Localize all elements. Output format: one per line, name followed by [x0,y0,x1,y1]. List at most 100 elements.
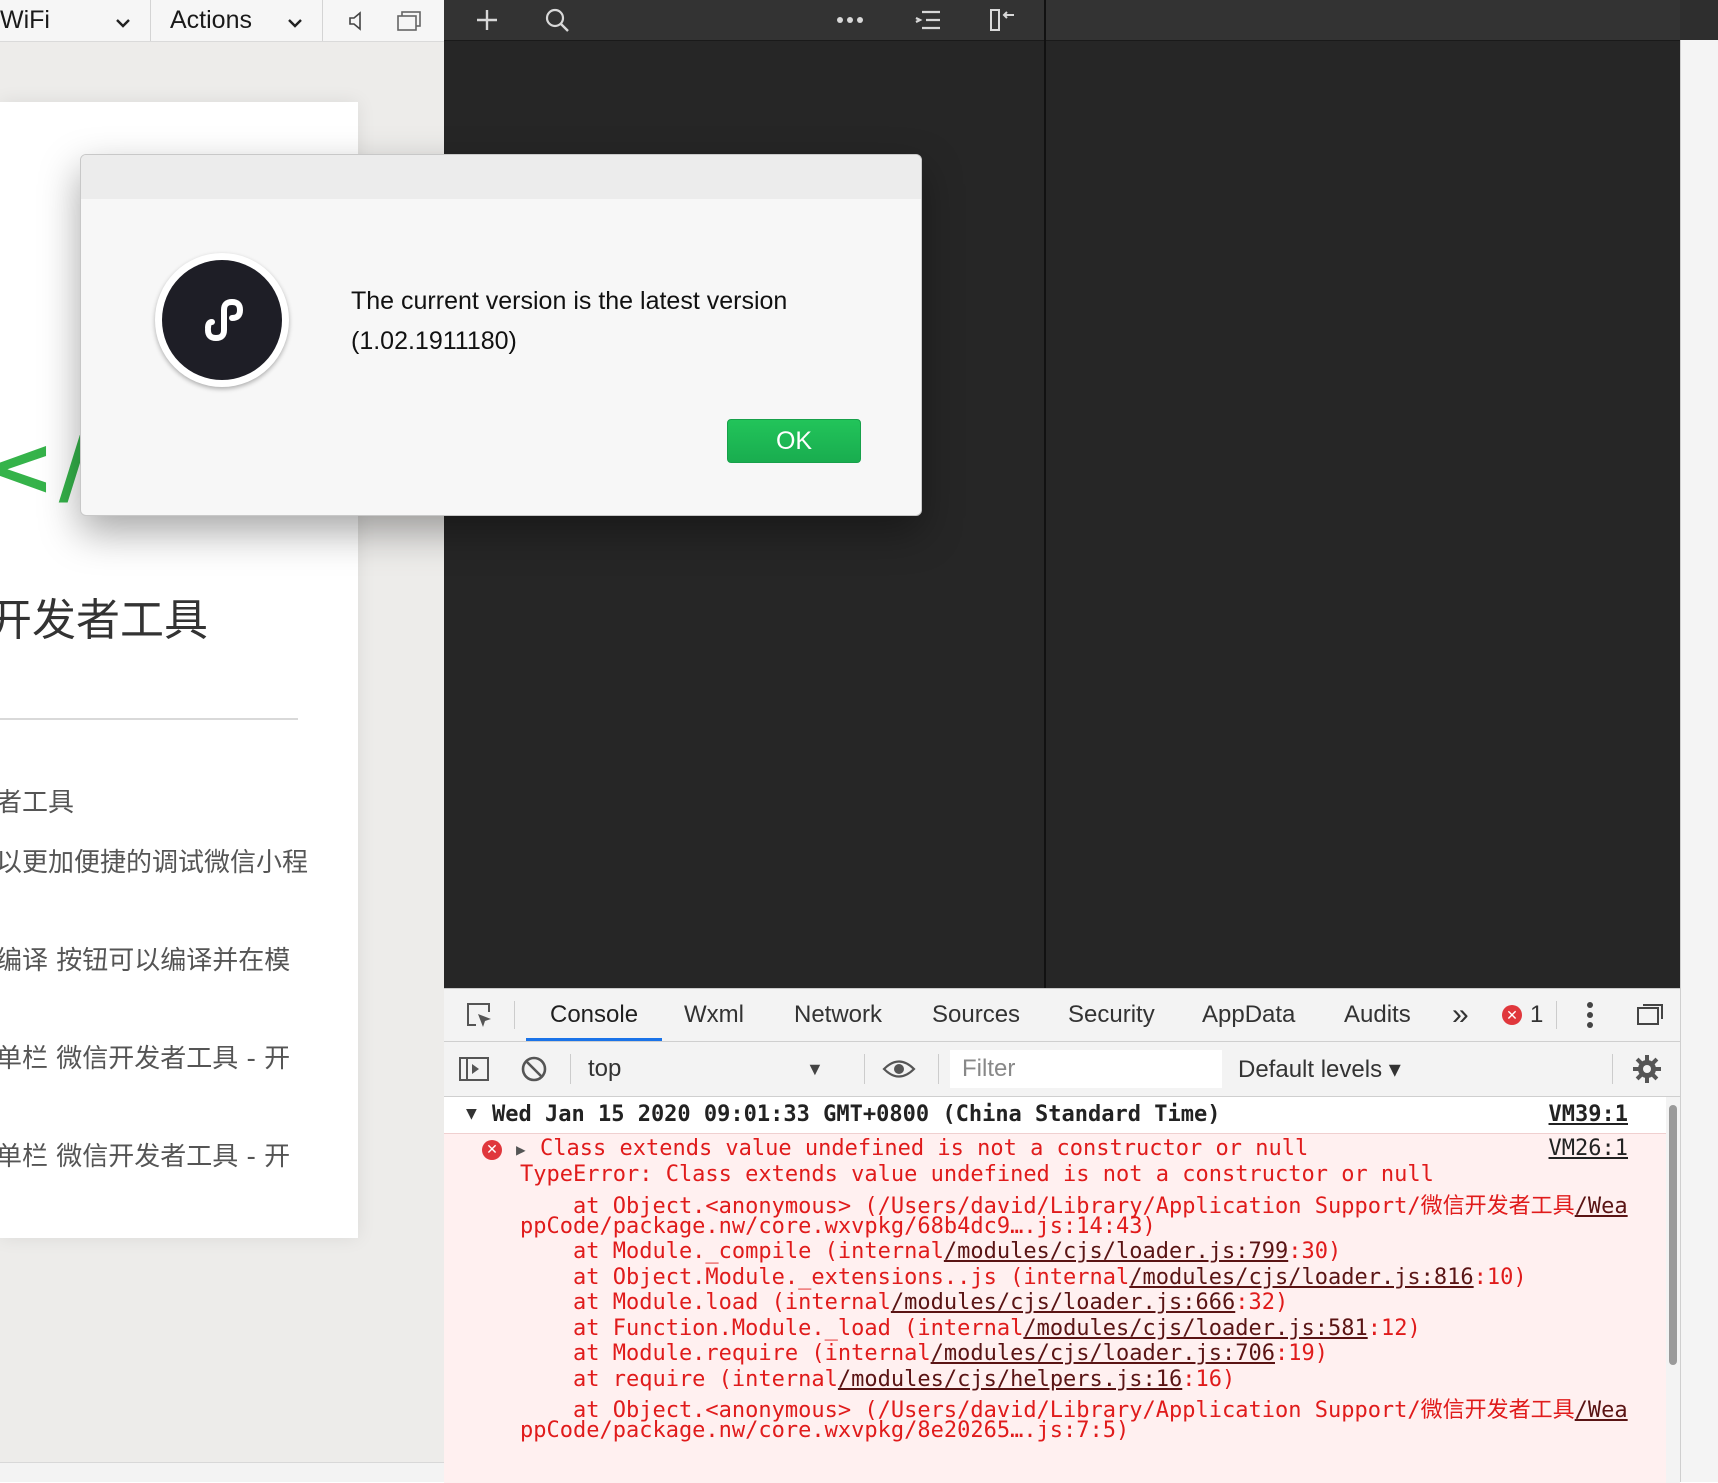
stack-frame-suffix: :32) [1235,1290,1289,1315]
more-tabs-button[interactable]: » [1452,989,1469,1041]
error-count-badge[interactable]: ✕ 1 [1502,989,1543,1041]
editor-toolbar [444,0,1680,41]
sidebar-toggle-icon[interactable] [458,1042,490,1096]
stack-frame: at Module.require (internal/modules/cjs/… [520,1341,1328,1366]
stack-frame: at Module.load (internal/modules/cjs/loa… [520,1290,1288,1315]
clear-console-icon[interactable] [520,1042,548,1096]
console-group-header[interactable]: ▼ Wed Jan 15 2020 09:01:33 GMT+0800 (Chi… [444,1097,1666,1134]
stack-frame-text: ppCode/package.nw/core.wxvpkg/8e20265….j… [520,1417,1090,1443]
scroll-thumb[interactable] [1669,1105,1677,1365]
tab-wxml[interactable]: Wxml [684,989,744,1041]
source-link[interactable]: VM39:1 [1549,1102,1628,1127]
stack-frame-link[interactable]: /modules/cjs/helpers.js:16 [838,1367,1182,1392]
stack-frame-suffix: :30) [1288,1239,1342,1264]
app-logo-icon [155,253,289,387]
stack-frame-link[interactable]: /modules/cjs/loader.js:581 [1023,1316,1367,1341]
stack-frame-text: at Object.Module._extensions..js (intern… [520,1264,1130,1290]
dialog-message: The current version is the latest versio… [351,287,788,355]
simulator-status-bar [0,1462,444,1482]
stack-frame-text: at Module.load (internal [520,1290,891,1315]
stack-frame: at Function.Module._load (internal/modul… [520,1316,1421,1341]
tab-sources[interactable]: Sources [932,989,1020,1041]
tab-security[interactable]: Security [1068,989,1155,1041]
dropdown-arrow-icon: ▼ [806,1059,824,1079]
error-count: 1 [1530,1001,1544,1028]
page-text-line: 编译 按钮可以编译并在模 [0,946,291,976]
error-icon: ✕ [482,1140,502,1160]
tab-network[interactable]: Network [794,989,882,1041]
inspect-element-icon[interactable] [464,989,494,1041]
devtools-panel: Console Wxml Network Sources Security Ap… [444,988,1680,1483]
error-message: ✕ ▶ Class extends value undefined is not… [444,1134,1666,1483]
kebab-menu-icon[interactable] [1586,989,1594,1041]
console-scrollbar[interactable] [1666,1097,1680,1483]
stack-frame-link[interactable]: /modules/cjs/loader.js:799 [944,1239,1288,1264]
stack-frame: at Module._compile (internal/modules/cjs… [520,1239,1341,1264]
tab-appdata[interactable]: AppData [1202,989,1295,1041]
stack-frame-text: at Module.require (internal [520,1341,931,1366]
add-icon[interactable] [470,0,504,40]
error-type-line: TypeError: Class extends value undefined… [520,1162,1434,1187]
stack-frame-link[interactable]: /Wea [1575,1398,1628,1423]
tab-console[interactable]: Console [550,989,638,1041]
stack-frame-suffix: :12) [1367,1315,1421,1341]
stack-frame-link[interactable]: /modules/cjs/loader.js:666 [891,1290,1235,1315]
stack-frame: at Object.Module._extensions..js (intern… [520,1265,1527,1290]
stack-frame-suffix: :5) [1089,1417,1130,1443]
page-text-line: 单栏 微信开发者工具 - 开 [0,1142,291,1172]
stack-frame-suffix: :16) [1182,1366,1236,1392]
tab-audits[interactable]: Audits [1344,989,1411,1041]
divider [0,718,298,720]
collapse-panel-icon[interactable] [984,0,1020,40]
stack-frame-link[interactable]: /modules/cjs/loader.js:816 [1129,1265,1473,1290]
editor-split-divider[interactable] [1044,0,1046,988]
stack-frame-suffix: :10) [1473,1264,1527,1290]
right-panel-edge [1680,0,1718,1482]
filter-input[interactable] [950,1050,1222,1088]
chevron-down-icon [286,10,304,39]
error-summary: Class extends value undefined is not a c… [540,1136,1309,1161]
page-text-line: 以更加便捷的调试微信小程 [0,848,309,878]
actions-select[interactable]: Actions [170,0,320,41]
update-dialog: The current version is the latest versio… [80,154,922,516]
stack-frame-suffix: :43) [1102,1213,1156,1239]
stack-frame-text: at Function.Module._load (internal [520,1315,1024,1341]
devtools-tabbar: Console Wxml Network Sources Security Ap… [444,989,1680,1042]
more-icon[interactable] [832,0,868,40]
page-text-line: 单栏 微信开发者工具 - 开 [0,1044,291,1074]
stack-frame-text: at require (internal [520,1366,838,1392]
page-text-line: 者工具 [0,788,75,818]
stack-frame: at require (internal/modules/cjs/helpers… [520,1367,1235,1392]
stack-frame-text: at Module._compile (internal [520,1239,944,1264]
actions-label: Actions [170,6,252,34]
eye-icon[interactable] [882,1042,916,1096]
collapse-triangle-icon[interactable]: ▼ [466,1103,477,1124]
format-icon[interactable] [910,0,946,40]
stack-frame-text: ppCode/package.nw/core.wxvpkg/68b4dc9….j… [520,1213,1103,1239]
undock-icon[interactable] [1636,989,1664,1041]
log-levels-select[interactable]: Default levels ▾ [1238,1042,1401,1096]
chevron-down-icon [114,10,132,39]
active-tab-indicator [526,1038,662,1041]
context-select[interactable]: top ▼ [588,1042,828,1096]
stack-frame-link[interactable]: /Wea [1575,1194,1628,1219]
console-filterbar: top ▼ Default levels ▾ [444,1042,1680,1097]
stack-frame: ppCode/package.nw/core.wxvpkg/68b4dc9….j… [520,1214,1156,1239]
context-value: top [588,1055,622,1082]
simulator-toolbar: WiFi Actions [0,0,444,42]
console-output: ▼ Wed Jan 15 2020 09:01:33 GMT+0800 (Chi… [444,1097,1666,1483]
expand-triangle-icon[interactable]: ▶ [516,1140,526,1159]
network-select[interactable]: WiFi [0,0,148,41]
volume-icon[interactable] [346,0,368,41]
settings-gear-icon[interactable] [1632,1042,1662,1096]
group-timestamp: Wed Jan 15 2020 09:01:33 GMT+0800 (China… [492,1102,1221,1127]
window-icon[interactable] [396,0,422,41]
right-panel-edge-top [1680,0,1718,40]
search-icon[interactable] [540,0,574,40]
error-icon: ✕ [1502,1005,1522,1025]
source-link[interactable]: VM26:1 [1549,1136,1628,1161]
stack-frame-suffix: :19) [1274,1341,1328,1366]
dialog-titlebar[interactable] [81,155,921,199]
stack-frame-link[interactable]: /modules/cjs/loader.js:706 [931,1341,1275,1366]
ok-button[interactable]: OK [727,419,861,463]
